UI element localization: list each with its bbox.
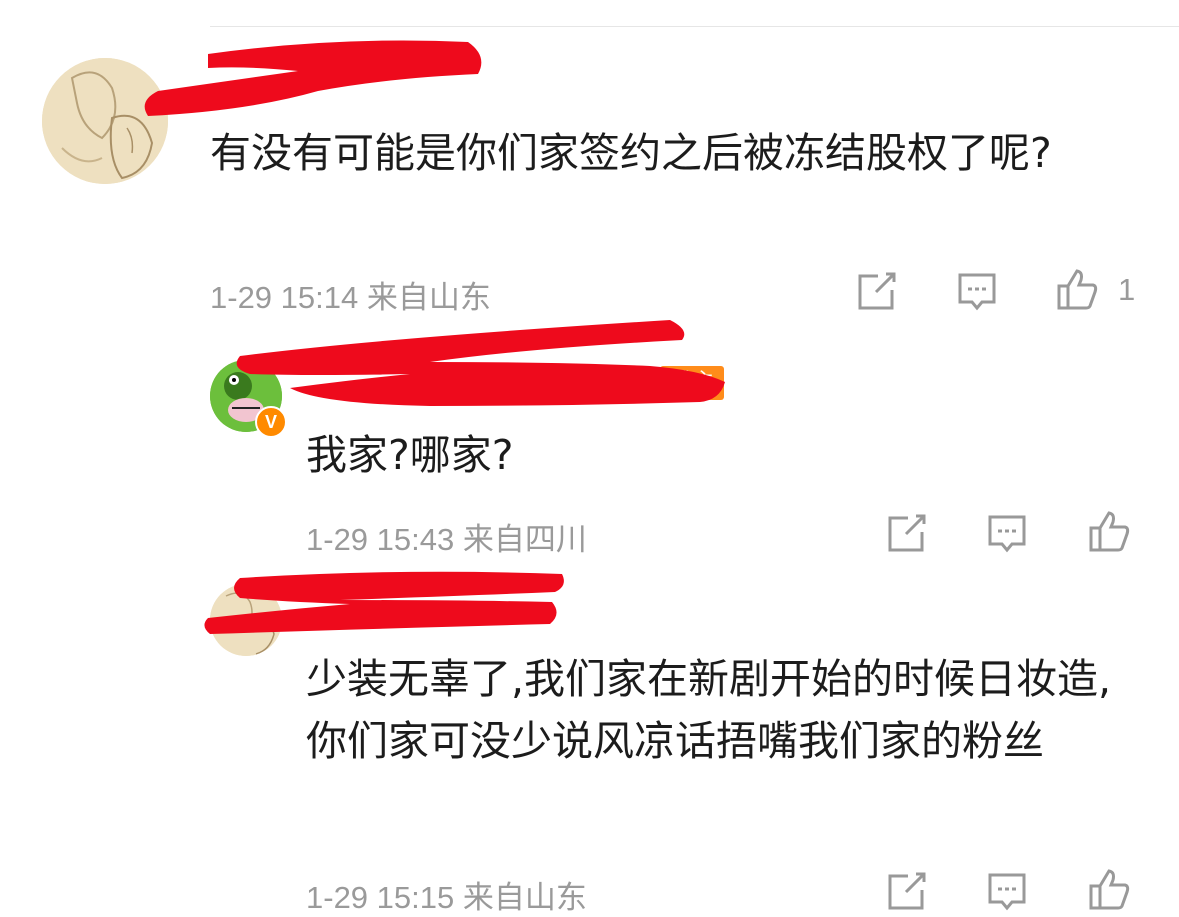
share-icon[interactable] xyxy=(886,512,928,554)
comment-icon[interactable] xyxy=(986,870,1028,912)
comment-icon[interactable] xyxy=(956,270,998,312)
share-icon[interactable] xyxy=(856,270,898,312)
redacted-username xyxy=(236,320,725,406)
comment-icon[interactable] xyxy=(986,512,1028,554)
redacted-username xyxy=(204,571,564,634)
top-divider xyxy=(210,26,1179,27)
like-count: 1 xyxy=(1118,272,1136,307)
comment-meta: 1-29 15:14 来自山东 xyxy=(210,280,491,315)
thumbs-up-icon[interactable] xyxy=(1088,868,1130,910)
comment-meta: 1-29 15:43 来自四川 xyxy=(306,522,587,557)
thumbs-up-icon[interactable] xyxy=(1056,268,1098,310)
comment-text: 少装无辜了,我们家在新剧开始的时候日妆造,你们家可没少说风凉话捂嘴我们家的粉丝 xyxy=(306,655,1112,765)
comment-meta: 1-29 15:15 来自山东 xyxy=(306,880,587,915)
comment-text: 我家?哪家? xyxy=(306,431,514,479)
share-icon[interactable] xyxy=(886,870,928,912)
comment-text: 有没有可能是你们家签约之后被冻结股权了呢? xyxy=(210,129,1052,177)
thumbs-up-icon[interactable] xyxy=(1088,510,1130,552)
redacted-username xyxy=(144,40,482,116)
